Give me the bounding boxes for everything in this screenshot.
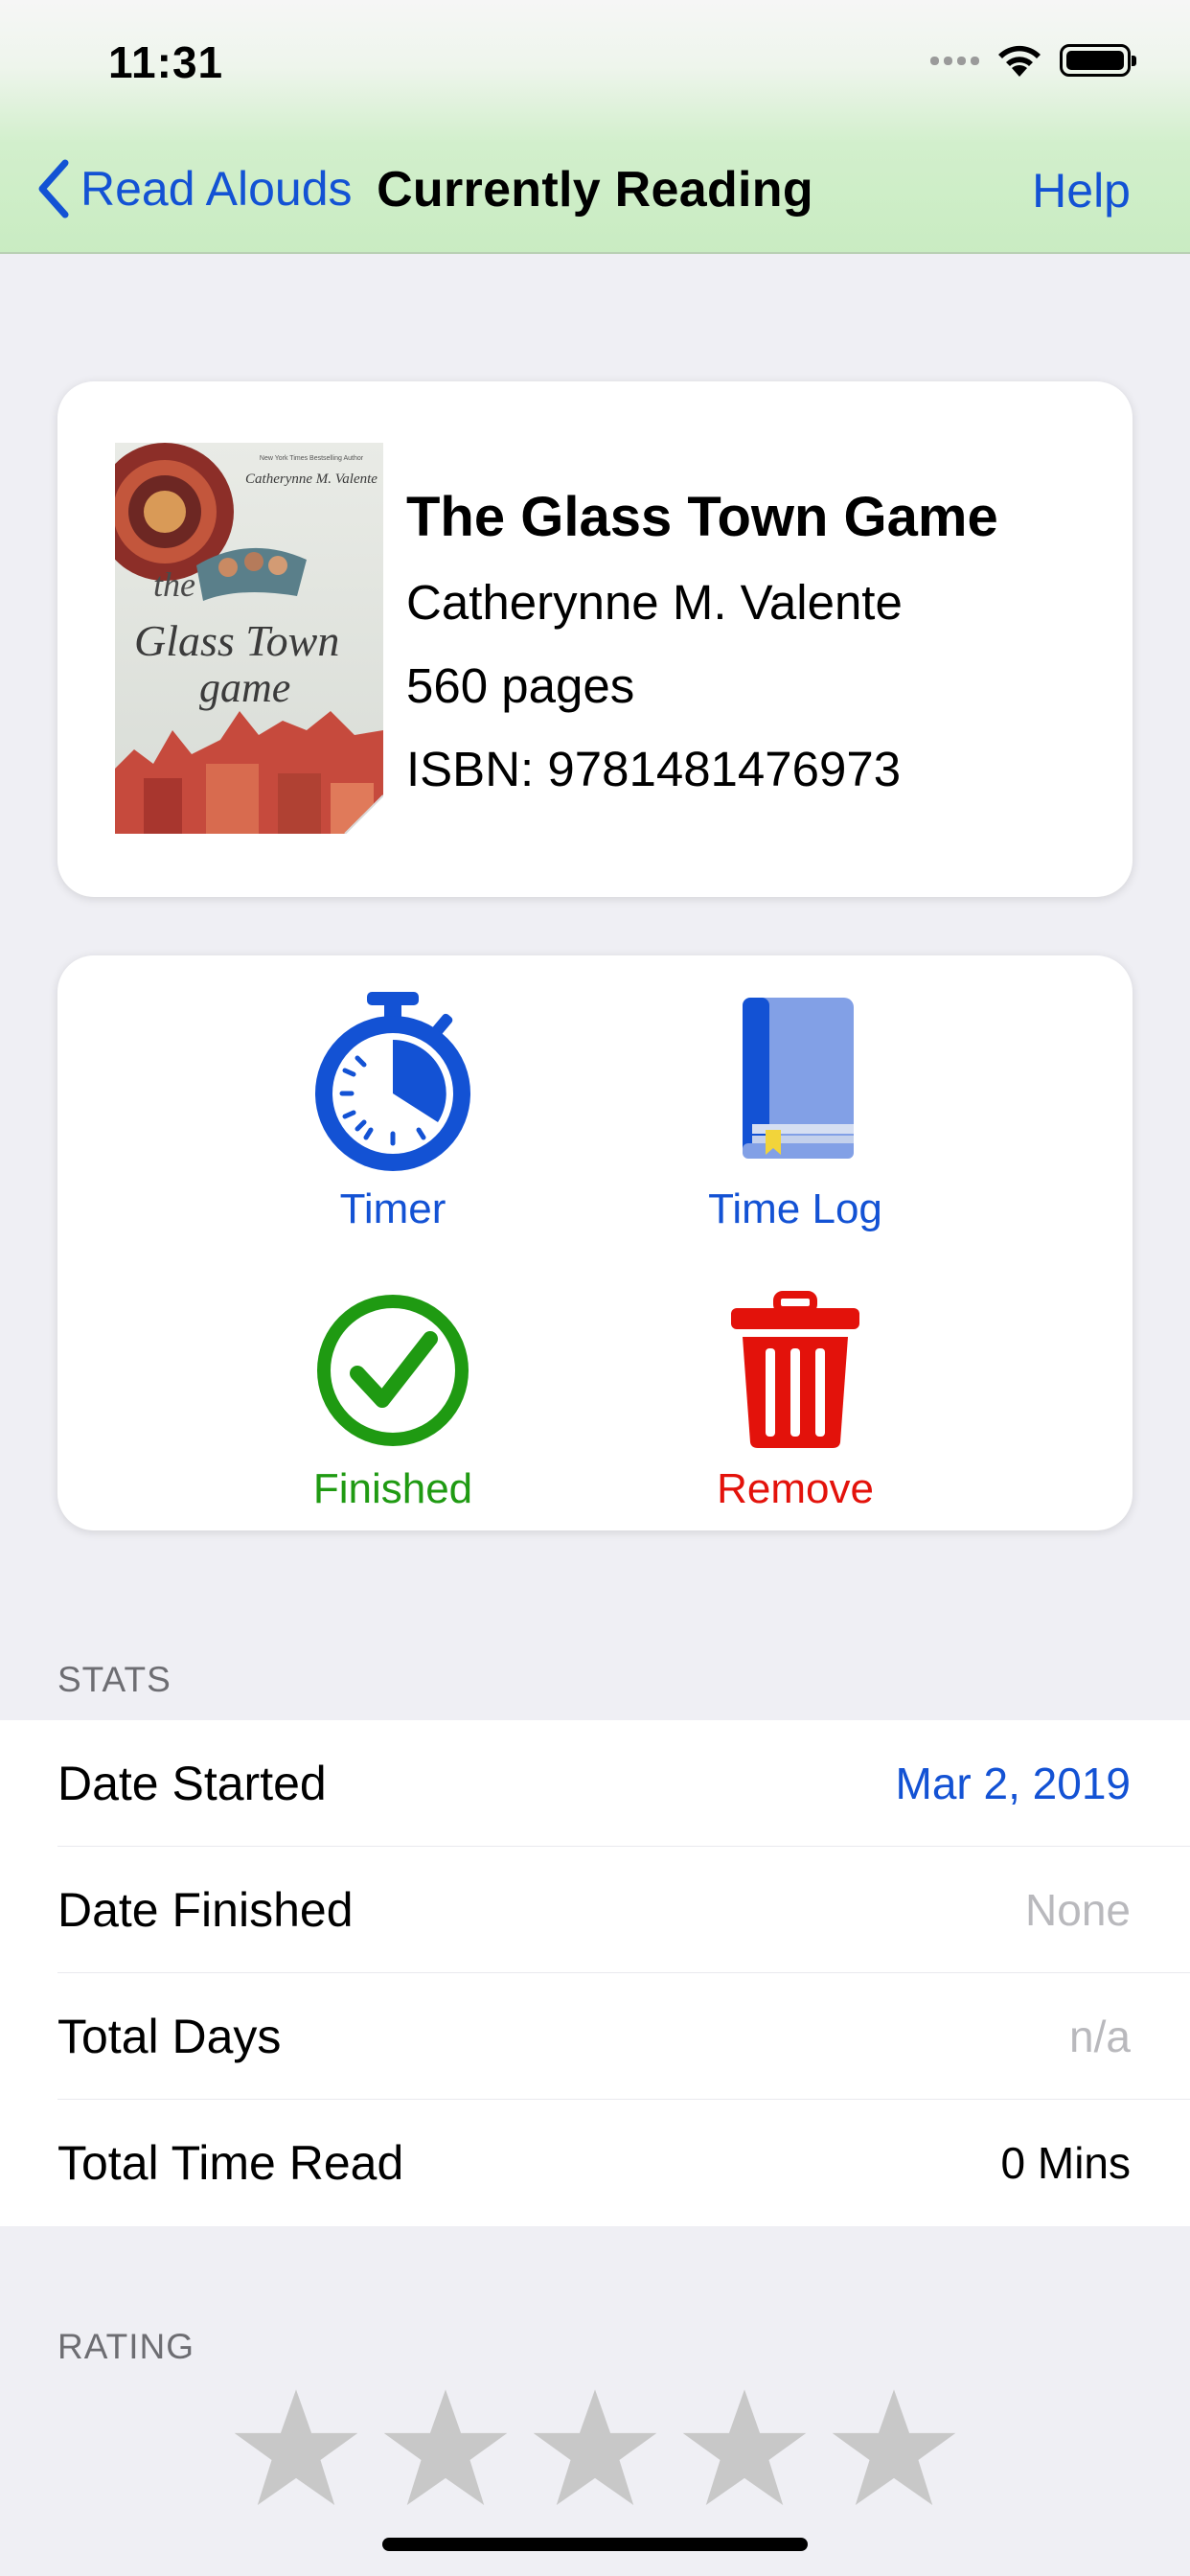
stopwatch-icon: [315, 992, 470, 1171]
stat-label: Date Started: [57, 1757, 327, 1810]
finished-button[interactable]: Finished: [249, 1289, 537, 1513]
stats-section-header: STATS: [57, 1660, 172, 1699]
stat-label: Date Finished: [57, 1883, 354, 1937]
trash-icon: [731, 1291, 859, 1448]
star-icon[interactable]: [531, 2384, 659, 2513]
stats-list: Date Started Mar 2, 2019 Date Finished N…: [0, 1720, 1190, 2226]
actions-card: Timer Time Log Finished Remove: [57, 955, 1133, 1530]
time-log-label: Time Log: [708, 1185, 882, 1232]
svg-text:Catherynne M. Valente: Catherynne M. Valente: [245, 472, 378, 487]
battery-icon: [1060, 44, 1136, 77]
book-title: The Glass Town Game: [406, 486, 998, 548]
book-info: The Glass Town Game Catherynne M. Valent…: [406, 485, 998, 824]
stat-row-total-days: Total Days n/a: [0, 1973, 1190, 2100]
time-log-button[interactable]: Time Log: [652, 990, 939, 1233]
total-days-value: n/a: [1069, 2012, 1131, 2061]
status-time: 11:31: [108, 37, 224, 87]
stat-label: Total Days: [57, 2010, 282, 2063]
stat-label: Total Time Read: [57, 2136, 404, 2190]
book-isbn: ISBN: 9781481476973: [406, 742, 902, 796]
stat-row-total-time-read: Total Time Read 0 Mins: [0, 2100, 1190, 2226]
navigation-bar: 11:31 Read Alouds Currently Reading Help: [0, 0, 1190, 254]
book-pages: 560 pages: [406, 658, 635, 713]
star-icon[interactable]: [680, 2384, 809, 2513]
rating-section-header: RATING: [57, 2327, 195, 2366]
screen: 11:31 Read Alouds Currently Reading Help: [0, 0, 1190, 2576]
star-icon[interactable]: [232, 2384, 360, 2513]
book-icon: [743, 998, 854, 1159]
stat-row-date-started[interactable]: Date Started Mar 2, 2019: [0, 1720, 1190, 1847]
star-icon[interactable]: [830, 2384, 958, 2513]
status-icons: [930, 42, 1136, 79]
wifi-icon: [998, 45, 1041, 77]
date-started-value[interactable]: Mar 2, 2019: [896, 1758, 1131, 1809]
remove-label: Remove: [717, 1465, 874, 1512]
book-author: Catherynne M. Valente: [406, 575, 903, 630]
checkmark-circle-icon: [317, 1295, 469, 1446]
cellular-signal-icon: [930, 56, 979, 65]
home-indicator: [382, 2538, 808, 2551]
star-rating[interactable]: [232, 2384, 958, 2513]
svg-text:the: the: [153, 565, 195, 604]
book-card: New York Times Bestselling Author Cather…: [57, 381, 1133, 897]
total-time-read-value: 0 Mins: [1000, 2138, 1131, 2188]
stat-row-date-finished[interactable]: Date Finished None: [0, 1847, 1190, 1973]
book-cover-image: New York Times Bestselling Author Cather…: [115, 443, 383, 834]
timer-label: Timer: [339, 1185, 446, 1232]
timer-button[interactable]: Timer: [249, 990, 537, 1233]
date-finished-value: None: [1025, 1885, 1131, 1935]
page-title: Currently Reading: [377, 162, 813, 218]
svg-text:game: game: [199, 664, 290, 711]
svg-text:New York Times Bestselling Aut: New York Times Bestselling Author: [260, 455, 364, 462]
remove-button[interactable]: Remove: [652, 1289, 939, 1513]
svg-text:Glass Town: Glass Town: [134, 616, 339, 665]
star-icon[interactable]: [381, 2384, 510, 2513]
finished-label: Finished: [312, 1465, 473, 1512]
help-button[interactable]: Help: [1032, 163, 1131, 218]
